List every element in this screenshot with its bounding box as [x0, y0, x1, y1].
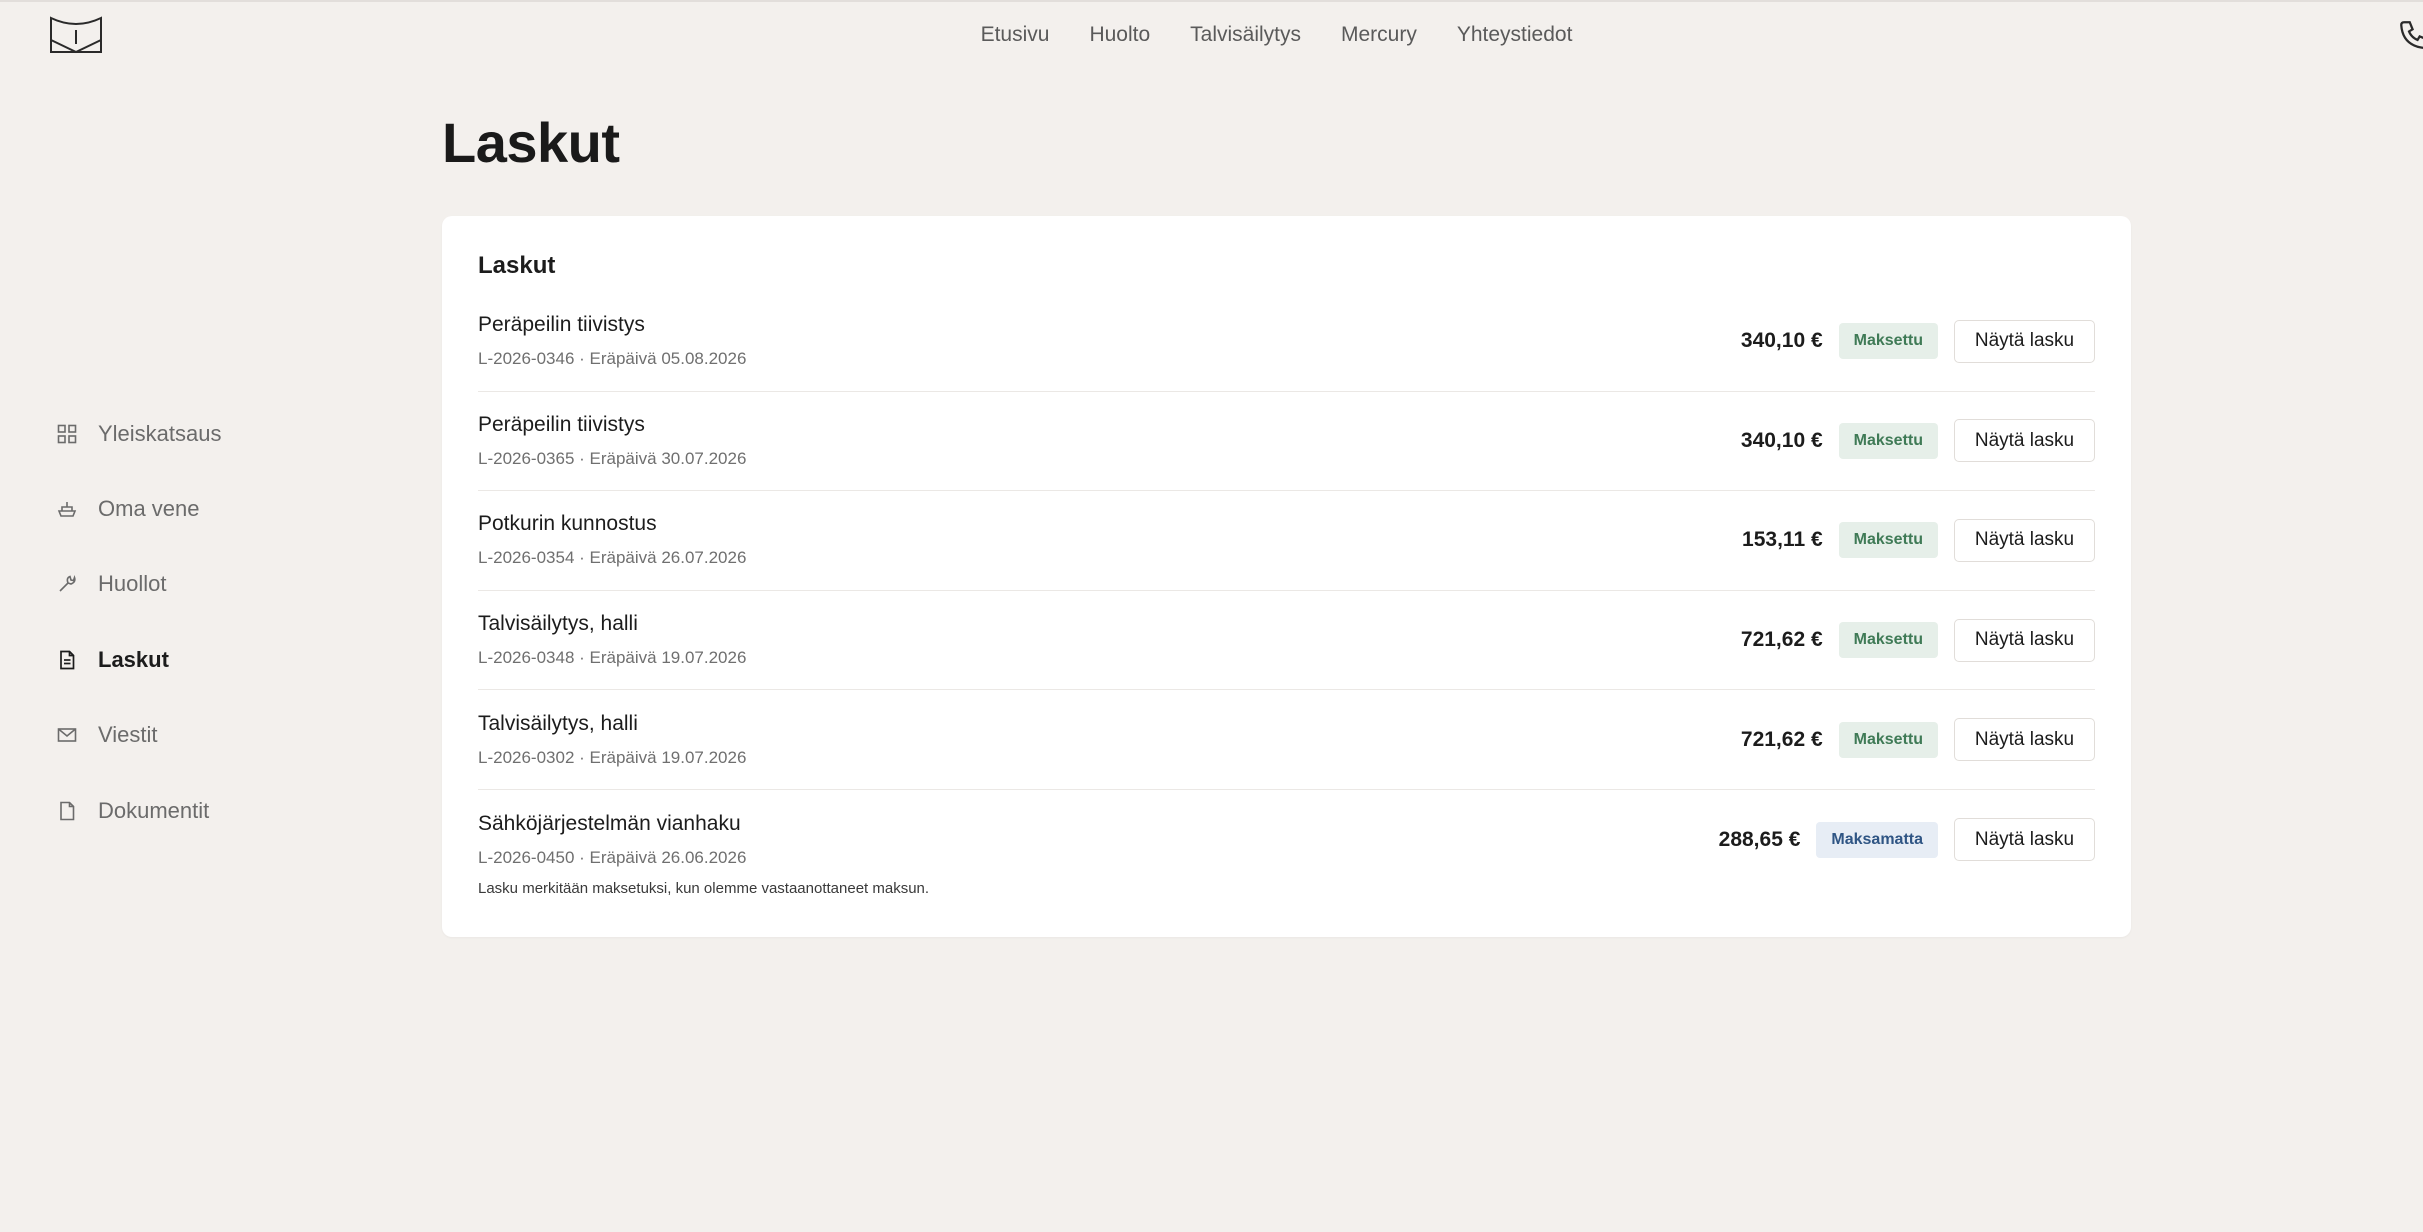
view-invoice-button[interactable]: Näytä lasku — [1954, 818, 2095, 862]
sidebar-item-label: Yleiskatsaus — [98, 420, 222, 446]
status-badge: Maksettu — [1838, 721, 1938, 758]
invoice-icon — [56, 649, 78, 671]
grid-icon — [56, 423, 78, 445]
file-icon — [56, 800, 78, 822]
nav-link-talvisailytys[interactable]: Talvisäilytys — [1190, 20, 1301, 50]
invoice-amount: 153,11 € — [1742, 528, 1823, 552]
sidebar-item-yleiskatsaus[interactable]: Yleiskatsaus — [56, 396, 376, 471]
nav-link-yhteystiedot[interactable]: Yhteystiedot — [1457, 20, 1573, 50]
sidebar-item-label: Viestit — [98, 722, 158, 748]
invoice-title: Talvisäilytys, halli — [478, 612, 638, 636]
invoice-meta: L-2026-0348 · Eräpäivä 19.07.2026 — [478, 648, 747, 668]
page-title: Laskut — [442, 111, 620, 174]
invoice-title: Peräpeilin tiivistys — [478, 313, 645, 337]
view-invoice-button[interactable]: Näytä lasku — [1954, 419, 2095, 463]
top-navigation: Etusivu Huolto Talvisäilytys Mercury Yht… — [0, 20, 2423, 50]
invoice-title: Sähköjärjestelmän vianhaku — [478, 811, 741, 835]
invoice-amount: 288,65 € — [1718, 827, 1801, 851]
invoice-row: Talvisäilytys, halli L-2026-0302 · Eräpä… — [478, 690, 2095, 790]
status-badge: Maksettu — [1838, 622, 1938, 659]
view-invoice-button[interactable]: Näytä lasku — [1954, 618, 2095, 662]
boat-icon — [56, 498, 78, 520]
invoice-info: Talvisäilytys, halli L-2026-0302 · Eräpä… — [478, 712, 746, 768]
sidebar-item-label: Dokumentit — [98, 797, 210, 823]
invoice-info: Sähköjärjestelmän vianhaku L-2026-0450 ·… — [478, 812, 746, 868]
sidebar-item-huollot[interactable]: Huollot — [56, 547, 376, 622]
sidebar-item-label: Huollot — [98, 571, 167, 597]
invoice-row: Talvisäilytys, halli L-2026-0348 · Eräpä… — [478, 591, 2095, 691]
card-title: Laskut — [478, 252, 556, 279]
invoice-info: Peräpeilin tiivistys L-2026-0365 · Eräpä… — [478, 413, 746, 469]
invoice-row: Peräpeilin tiivistys L-2026-0365 · Eräpä… — [478, 392, 2095, 492]
nav-link-etusivu[interactable]: Etusivu — [981, 20, 1050, 50]
status-badge: Maksamatta — [1816, 821, 1938, 858]
view-invoice-button[interactable]: Näytä lasku — [1954, 718, 2095, 762]
invoice-row: Sähköjärjestelmän vianhaku L-2026-0450 ·… — [478, 790, 2095, 890]
wrench-icon — [56, 573, 78, 595]
sidebar-item-label: Laskut — [98, 646, 169, 672]
nav-link-mercury[interactable]: Mercury — [1341, 20, 1417, 50]
invoice-amount: 340,10 € — [1740, 329, 1823, 353]
invoice-title: Talvisäilytys, halli — [478, 711, 638, 735]
top-border — [0, 0, 2423, 2]
invoices-card: Laskut Peräpeilin tiivistys L-2026-0346 … — [442, 216, 2131, 937]
phone-icon[interactable] — [2397, 18, 2423, 52]
view-invoice-button[interactable]: Näytä lasku — [1954, 319, 2095, 363]
invoice-info: Peräpeilin tiivistys L-2026-0346 · Eräpä… — [478, 313, 746, 369]
invoice-title: Potkurin kunnostus — [478, 512, 657, 536]
sidebar-item-viestit[interactable]: Viestit — [56, 698, 376, 773]
invoice-amount: 340,10 € — [1740, 428, 1823, 452]
status-badge: Maksettu — [1838, 522, 1938, 559]
sidebar: Yleiskatsaus Oma vene Huollot Laskut Vie… — [56, 396, 376, 848]
invoice-meta: L-2026-0354 · Eräpäivä 26.07.2026 — [478, 548, 747, 568]
nav-link-huolto[interactable]: Huolto — [1089, 20, 1150, 50]
invoice-meta: L-2026-0365 · Eräpäivä 30.07.2026 — [478, 448, 747, 468]
sidebar-item-label: Oma vene — [98, 496, 200, 522]
status-badge: Maksettu — [1838, 422, 1938, 459]
view-invoice-button[interactable]: Näytä lasku — [1954, 518, 2095, 562]
invoice-row: Peräpeilin tiivistys L-2026-0346 · Eräpä… — [478, 292, 2095, 392]
invoice-info: Potkurin kunnostus L-2026-0354 · Eräpäiv… — [478, 512, 746, 568]
invoice-amount: 721,62 € — [1740, 628, 1823, 652]
sidebar-item-dokumentit[interactable]: Dokumentit — [56, 773, 376, 848]
mail-icon — [56, 724, 78, 746]
sidebar-item-oma-vene[interactable]: Oma vene — [56, 471, 376, 546]
sidebar-item-laskut[interactable]: Laskut — [56, 622, 376, 697]
invoice-meta: L-2026-0302 · Eräpäivä 19.07.2026 — [478, 747, 747, 767]
invoice-row: Potkurin kunnostus L-2026-0354 · Eräpäiv… — [478, 491, 2095, 591]
invoice-meta: L-2026-0450 · Eräpäivä 26.06.2026 — [478, 847, 747, 867]
invoice-meta: L-2026-0346 · Eräpäivä 05.08.2026 — [478, 349, 747, 369]
status-badge: Maksettu — [1838, 323, 1938, 360]
invoice-info: Talvisäilytys, halli L-2026-0348 · Eräpä… — [478, 612, 746, 668]
invoice-title: Peräpeilin tiivistys — [478, 412, 645, 436]
invoice-amount: 721,62 € — [1740, 727, 1823, 751]
payment-note: Lasku merkitään maksetuksi, kun olemme v… — [478, 879, 930, 897]
